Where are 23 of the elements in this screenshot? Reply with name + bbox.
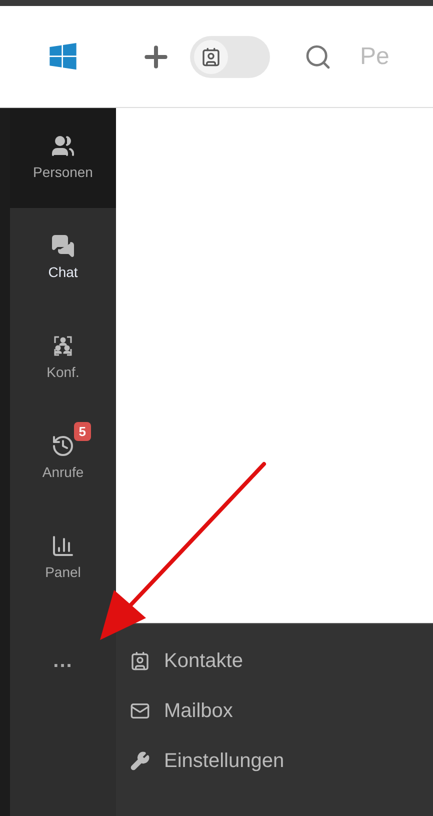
sidebar-label: Konf. [46, 362, 80, 382]
more-button[interactable]: ... [53, 646, 73, 676]
sidebar-label: Anrufe [42, 462, 84, 482]
sidebar-label: Chat [48, 262, 78, 282]
contacts-toggle[interactable] [190, 36, 270, 78]
sidebar-item[interactable]: Personen [10, 108, 116, 208]
menu-item[interactable]: Kontakte [130, 646, 433, 676]
bar-chart-icon [51, 534, 75, 558]
search-field[interactable]: Pe [360, 38, 400, 74]
contact-book-icon [201, 46, 221, 66]
people-icon [51, 134, 75, 158]
count-badge: 5 [74, 422, 91, 441]
envelope-icon [130, 701, 150, 721]
contact-book-icon [130, 651, 150, 671]
menu-item[interactable]: Mailbox [130, 696, 433, 726]
chat-icon [51, 234, 75, 258]
history-icon [51, 434, 75, 458]
windows-logo-icon[interactable] [47, 40, 79, 72]
wrench-icon [130, 751, 150, 771]
sidebar-label: Personen [33, 162, 93, 182]
sidebar-label: Panel [45, 562, 81, 582]
search-icon[interactable] [304, 42, 332, 70]
menu-item[interactable]: Einstellungen [130, 746, 433, 776]
